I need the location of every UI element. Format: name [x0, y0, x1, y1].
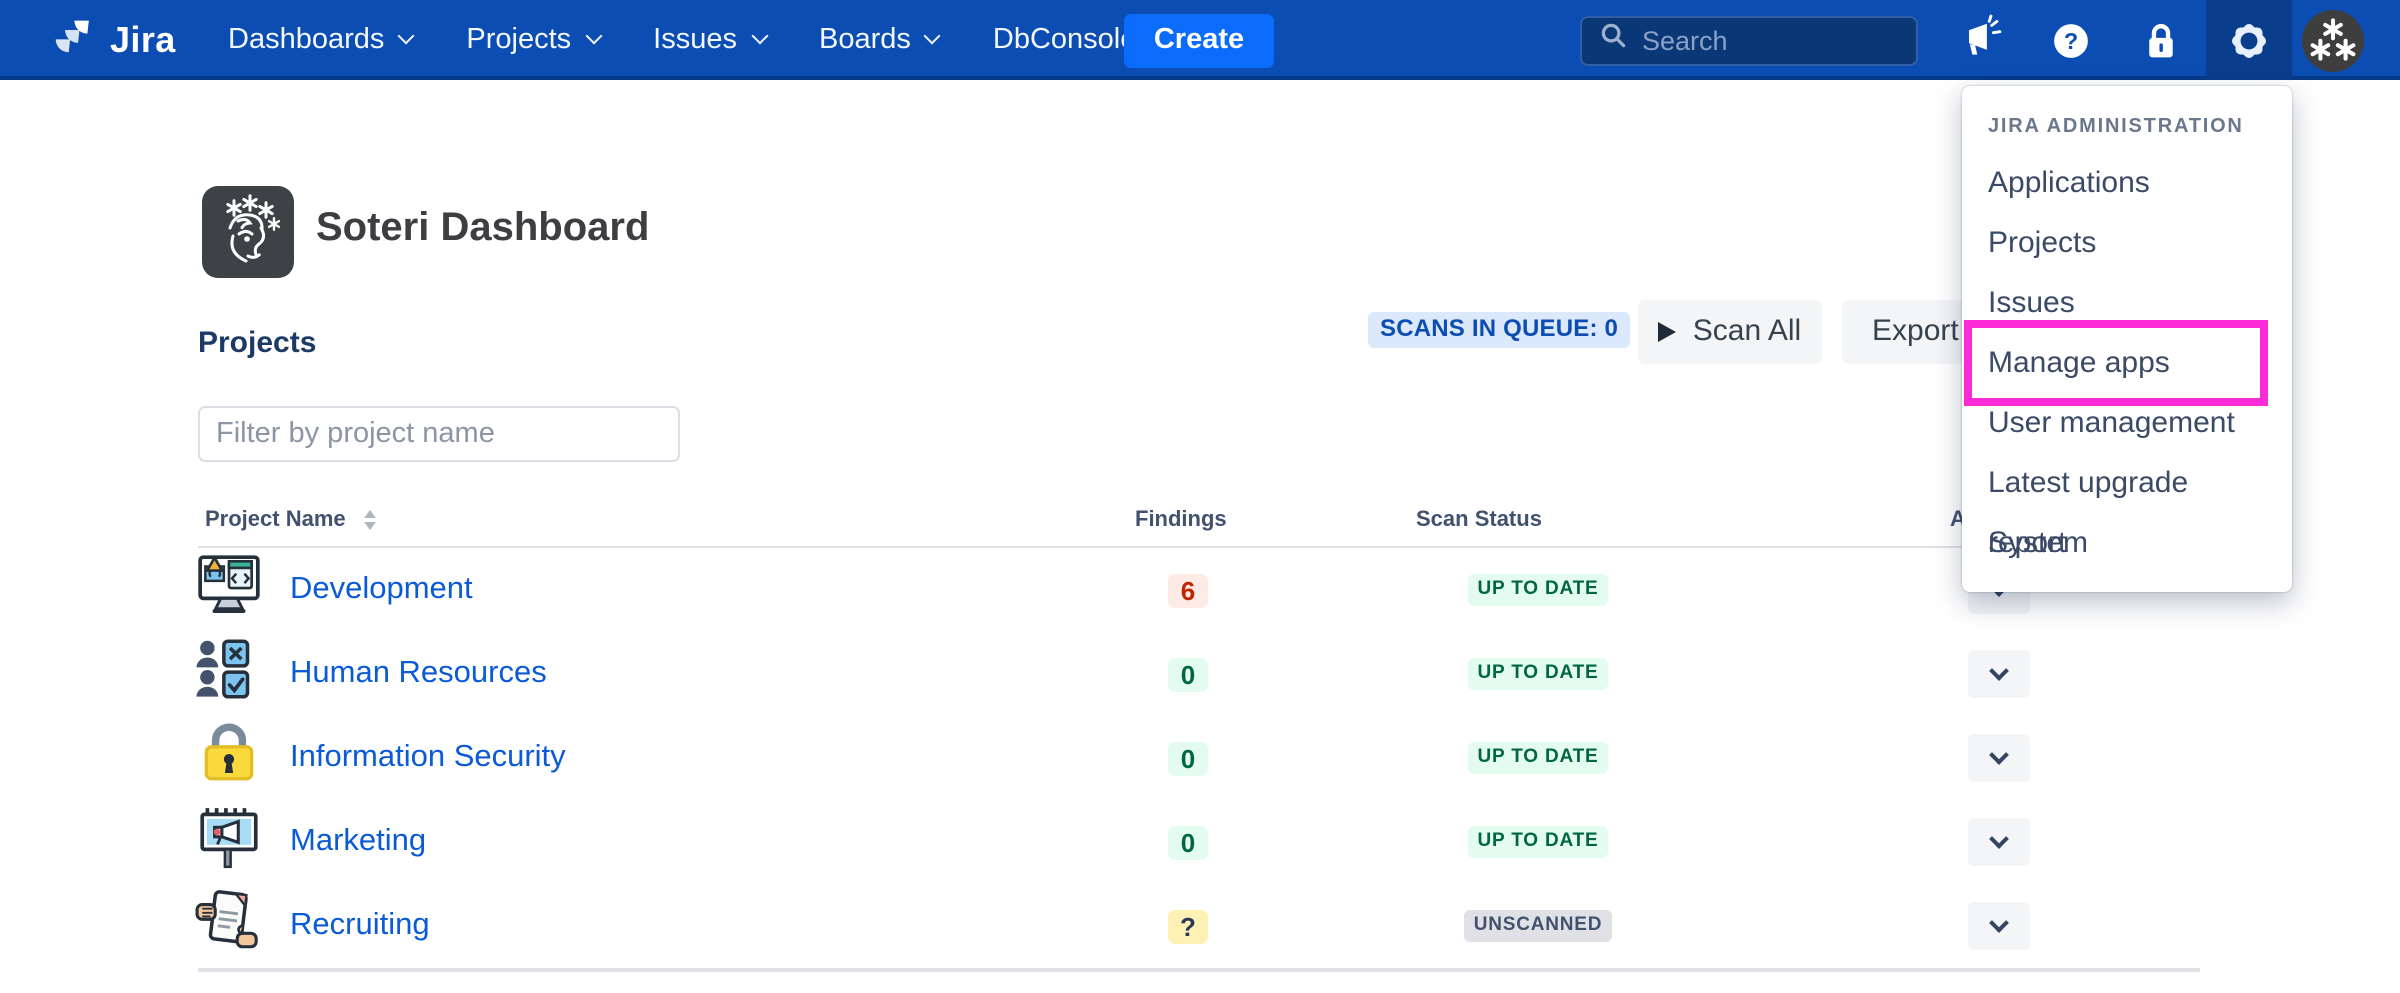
chevron-down-icon — [1989, 828, 2009, 848]
hr-people-checklist-icon — [194, 634, 264, 714]
jira-logo-icon — [50, 12, 96, 68]
filter-project-input[interactable] — [198, 406, 680, 462]
chevron-down-icon — [398, 28, 415, 45]
chevron-down-icon — [751, 28, 768, 45]
row-actions-button[interactable] — [1967, 734, 2030, 782]
admin-menu-heading: JIRA ADMINISTRATION — [1962, 101, 2292, 153]
project-link[interactable]: Development — [290, 572, 473, 608]
chevron-down-icon — [1989, 912, 2009, 932]
project-link[interactable]: Human Resources — [290, 656, 547, 692]
nav-item-projects[interactable]: Projects — [466, 24, 599, 56]
findings-badge[interactable]: 0 — [1168, 657, 1208, 691]
table-bottom-border — [198, 968, 2200, 972]
scan-status-badge: UP TO DATE — [1469, 574, 1608, 606]
sort-icon[interactable] — [364, 510, 376, 530]
table-header-row: Project Name Findings Scan Status Action… — [198, 496, 2200, 548]
row-actions-button[interactable] — [1967, 902, 2030, 950]
jira-brand[interactable]: Jira — [50, 0, 176, 80]
brand-name: Jira — [110, 19, 176, 61]
announcement-icon[interactable] — [1950, 0, 2014, 80]
soteri-app-logo — [202, 186, 294, 278]
projects-section-heading: Projects — [198, 326, 316, 360]
search-icon — [1598, 20, 1628, 60]
projects-table: Project Name Findings Scan Status Action… — [198, 496, 2200, 972]
user-avatar[interactable] — [2302, 9, 2364, 71]
row-actions-button[interactable] — [1967, 650, 2030, 698]
create-button[interactable]: Create — [1124, 13, 1274, 67]
chevron-down-icon — [585, 28, 602, 45]
table-row: Marketing 0 UP TO DATE — [198, 800, 2200, 884]
scan-status-badge: UP TO DATE — [1469, 658, 1608, 690]
chevron-down-icon — [1989, 744, 2009, 764]
menu-item-manage-apps[interactable]: Manage apps — [1962, 333, 2292, 393]
chevron-down-icon — [1989, 660, 2009, 680]
admin-dropdown-menu: JIRA ADMINISTRATION Applications Project… — [1962, 85, 2292, 591]
search-input[interactable] — [1642, 25, 1882, 55]
table-row: Development 6 UP TO DATE — [198, 548, 2200, 632]
scan-status-badge: UP TO DATE — [1469, 826, 1608, 858]
nav-item-boards[interactable]: Boards — [819, 24, 939, 56]
col-header-scan-status: Scan Status — [1416, 496, 1542, 544]
screen: Jira Dashboards Projects Issues Boards D… — [0, 0, 2400, 993]
document-hands-icon — [194, 886, 264, 966]
findings-badge[interactable]: 6 — [1168, 573, 1208, 607]
scan-status-badge: UNSCANNED — [1465, 910, 1612, 942]
menu-item-projects[interactable]: Projects — [1962, 213, 2292, 273]
scan-all-button[interactable]: Scan All — [1638, 299, 1822, 363]
col-header-project-name[interactable]: Project Name — [205, 496, 376, 544]
table-row: Human Resources 0 UP TO DATE — [198, 632, 2200, 716]
billboard-megaphone-icon — [194, 802, 264, 882]
top-nav: Jira Dashboards Projects Issues Boards D… — [0, 0, 2400, 80]
menu-item-applications[interactable]: Applications — [1962, 153, 2292, 213]
lock-icon[interactable] — [2128, 0, 2192, 80]
menu-item-issues[interactable]: Issues — [1962, 273, 2292, 333]
project-link[interactable]: Information Security — [290, 740, 566, 776]
settings-gear-icon[interactable] — [2205, 0, 2292, 80]
findings-badge[interactable]: 0 — [1168, 741, 1208, 775]
findings-badge[interactable]: ? — [1167, 909, 1209, 943]
nav-item-dashboards[interactable]: Dashboards — [228, 24, 412, 56]
page-title: Soteri Dashboard — [316, 206, 649, 252]
nav-menu: Dashboards Projects Issues Boards DbCons… — [228, 0, 1136, 80]
project-link[interactable]: Recruiting — [290, 908, 430, 944]
menu-item-user-management[interactable]: User management — [1962, 393, 2292, 453]
scan-status-badge: UP TO DATE — [1469, 742, 1608, 774]
padlock-icon — [194, 718, 264, 798]
scans-in-queue-badge: SCANS IN QUEUE: 0 — [1368, 312, 1630, 347]
search-box[interactable] — [1580, 15, 1918, 65]
project-link[interactable]: Marketing — [290, 824, 426, 860]
help-icon[interactable]: ? — [2039, 0, 2103, 80]
menu-item-system[interactable]: System — [1962, 513, 2292, 573]
table-row: Recruiting ? UNSCANNED — [198, 884, 2200, 968]
dev-monitor-icon — [194, 550, 264, 630]
play-icon — [1659, 321, 1677, 341]
findings-badge[interactable]: 0 — [1168, 825, 1208, 859]
table-row: Information Security 0 UP TO DATE — [198, 716, 2200, 800]
nav-item-dbconsole[interactable]: DbConsole — [993, 24, 1137, 56]
nav-item-issues[interactable]: Issues — [653, 24, 765, 56]
row-actions-button[interactable] — [1967, 818, 2030, 866]
menu-item-latest-upgrade-report[interactable]: Latest upgrade report — [1962, 453, 2292, 513]
svg-text:?: ? — [2064, 27, 2078, 53]
chevron-down-icon — [924, 28, 941, 45]
col-header-findings: Findings — [1135, 496, 1227, 544]
